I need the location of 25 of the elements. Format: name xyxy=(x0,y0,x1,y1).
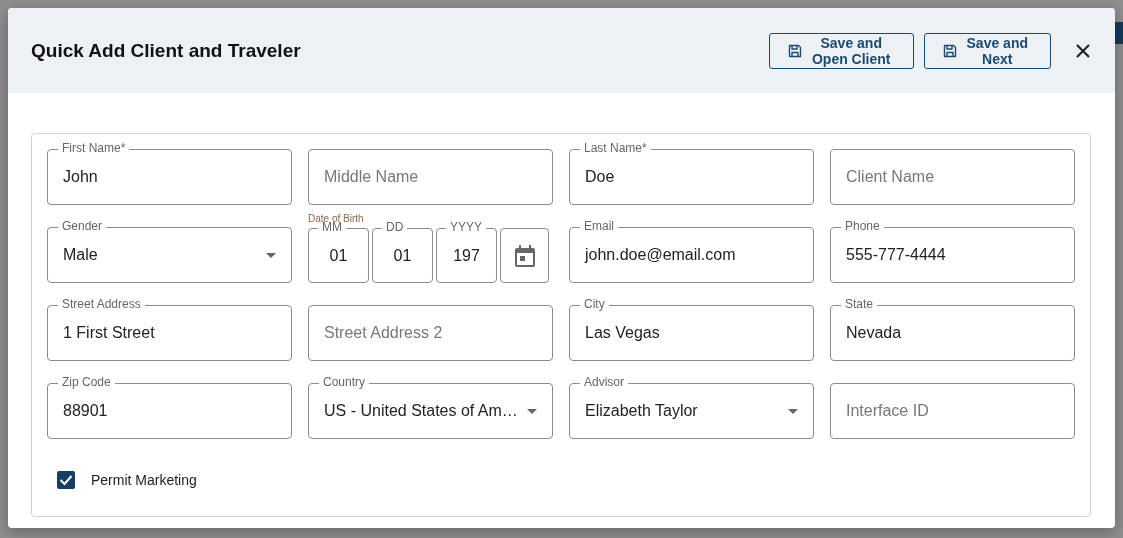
calendar-button[interactable] xyxy=(500,228,549,283)
field-label: Last Name* xyxy=(580,141,651,155)
field-label: State xyxy=(841,297,878,311)
field-label: First Name* xyxy=(58,141,130,155)
field-label: City xyxy=(580,297,609,311)
field-label: Gender xyxy=(58,219,107,233)
field-label: Email xyxy=(580,219,618,233)
dropdown-caret-icon xyxy=(527,408,537,414)
dropdown-caret-icon xyxy=(266,252,276,258)
checkbox-label: Permit Marketing xyxy=(91,472,197,488)
save-icon xyxy=(787,43,802,58)
field-label: Zip Code xyxy=(58,375,115,389)
save-icon xyxy=(942,43,957,58)
dialog-title: Quick Add Client and Traveler xyxy=(31,39,302,62)
dropdown-caret-icon xyxy=(788,408,798,414)
field-label: DD xyxy=(382,220,408,234)
checkbox[interactable] xyxy=(57,471,75,489)
save-button[interactable]: Save and Open Client xyxy=(768,32,914,69)
save-button[interactable]: Save and Next xyxy=(923,32,1051,69)
field-label: Phone xyxy=(841,219,884,233)
field-label: YYYY xyxy=(446,220,486,234)
field-label: Advisor xyxy=(580,375,628,389)
field-label: Street Address xyxy=(58,297,145,311)
calendar-icon xyxy=(514,244,535,267)
field-label: Country xyxy=(319,375,370,389)
